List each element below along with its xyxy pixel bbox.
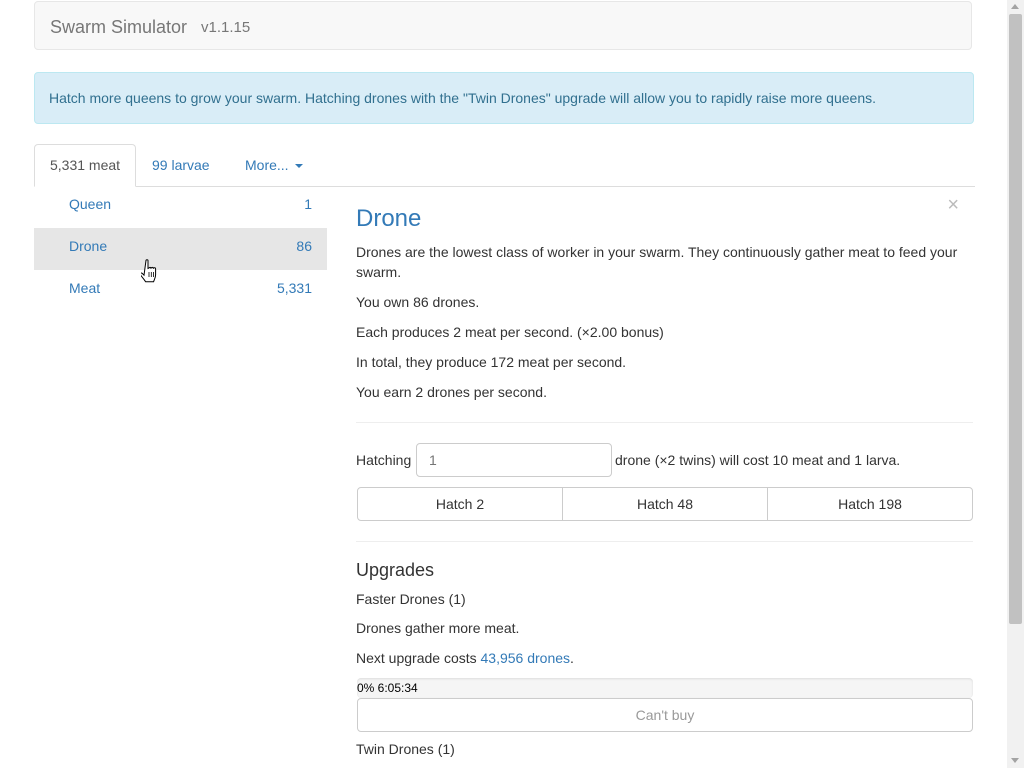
page-scrollbar[interactable] <box>1007 0 1024 768</box>
upgrade-cost-prefix: Next upgrade costs <box>356 650 477 666</box>
app-version: v1.1.15 <box>201 19 251 36</box>
tab-more-label: More... <box>245 157 289 173</box>
unit-name: Drone <box>69 238 108 254</box>
caret-down-icon <box>294 164 303 169</box>
scroll-thumb[interactable] <box>1009 14 1022 624</box>
upgrade-cost-link[interactable]: 43,956 drones <box>481 650 571 666</box>
tip-alert: Hatch more queens to grow your swarm. Ha… <box>34 72 974 124</box>
unit-count: 86 <box>296 238 312 254</box>
scroll-up-arrow-icon[interactable] <box>1011 4 1019 9</box>
upgrade-progress-bar: 0% 6:05:34 <box>357 678 973 698</box>
app-title[interactable]: Swarm Simulator <box>50 17 187 38</box>
upgrade-name: Twin Drones (1) <box>356 741 455 757</box>
navbar: Swarm Simulator v1.1.15 <box>34 1 972 50</box>
unit-name: Queen <box>69 196 112 212</box>
tab-larvae[interactable]: 99 larvae <box>137 144 225 186</box>
close-icon[interactable]: × <box>947 194 959 217</box>
unit-title: Drone <box>356 205 422 232</box>
hatch-prefix: Hatching <box>356 452 412 468</box>
upgrade-cost-suffix: . <box>570 650 574 666</box>
tab-meat[interactable]: 5,331 meat <box>34 144 137 187</box>
resource-tabs: 5,331 meat 99 larvae More... <box>34 144 975 187</box>
unit-list: Queen 1 Drone 86 Meat 5,331 <box>34 186 327 312</box>
upgrades-heading: Upgrades <box>356 560 435 580</box>
unit-owned: You own 86 drones. <box>356 294 480 310</box>
unit-production: Each produces 2 meat per second. (×2.00 … <box>356 324 664 340</box>
hatch-198-button[interactable]: Hatch 198 <box>767 487 973 521</box>
unit-total: In total, they produce 172 meat per seco… <box>356 354 627 370</box>
divider <box>356 422 973 423</box>
hand-pointer-icon <box>141 259 157 283</box>
hatch-2-button[interactable]: Hatch 2 <box>357 487 563 521</box>
upgrade-progress-text: 0% 6:05:34 <box>357 681 418 695</box>
hatch-cost-text: drone (×2 twins) will cost 10 meat and 1… <box>615 452 901 468</box>
upgrade-description: Drones gather more meat. <box>356 620 520 636</box>
hatch-48-button[interactable]: Hatch 48 <box>562 487 768 521</box>
unit-row-drone[interactable]: Drone 86 <box>34 228 327 270</box>
upgrade-name: Faster Drones (1) <box>356 591 466 607</box>
unit-description: Drones are the lowest class of worker in… <box>356 244 958 280</box>
scroll-down-arrow-icon[interactable] <box>1011 758 1019 763</box>
unit-count: 1 <box>304 196 312 212</box>
unit-count: 5,331 <box>276 280 312 296</box>
unit-name: Meat <box>69 280 101 296</box>
unit-earn: You earn 2 drones per second. <box>356 384 547 400</box>
upgrade-cost: Next upgrade costs 43,956 drones. <box>356 648 574 668</box>
hatch-button-group: Hatch 2 Hatch 48 Hatch 198 <box>357 487 973 521</box>
tab-more[interactable]: More... <box>230 144 318 186</box>
hatch-quantity-input[interactable] <box>416 443 612 477</box>
divider <box>356 541 973 542</box>
unit-row-meat[interactable]: Meat 5,331 <box>34 270 327 312</box>
cant-buy-button[interactable]: Can't buy <box>357 698 973 732</box>
unit-row-queen[interactable]: Queen 1 <box>34 186 327 228</box>
